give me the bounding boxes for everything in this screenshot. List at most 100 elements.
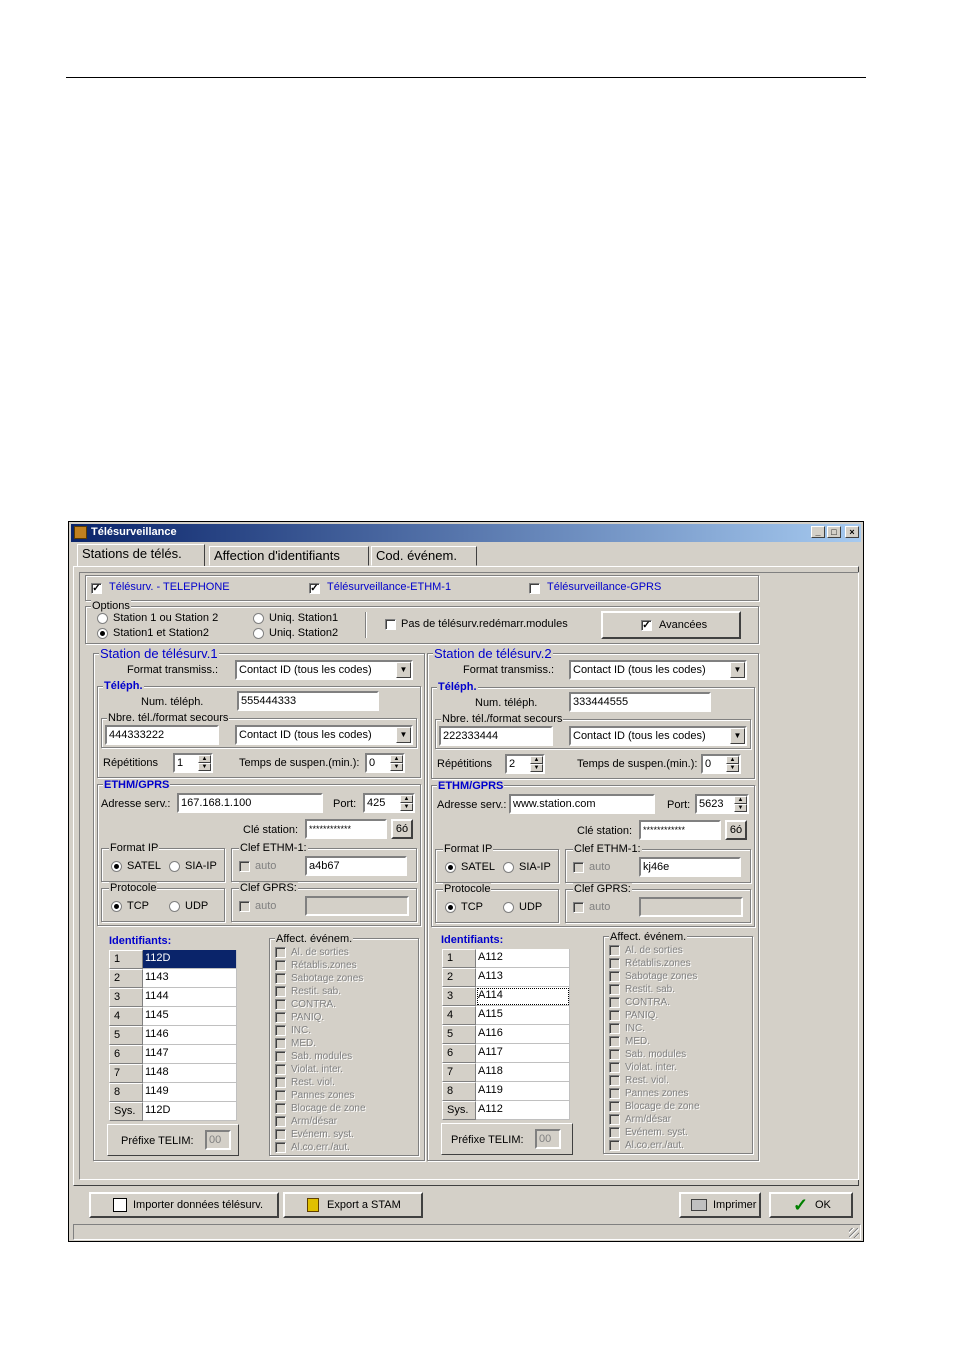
no-restart-checkbox[interactable]: [385, 619, 396, 630]
tab-stations[interactable]: Stations de télés.: [77, 544, 205, 567]
identifier-cell[interactable]: A113: [476, 968, 570, 987]
affect-checkbox[interactable]: [275, 960, 286, 971]
affect-checkbox[interactable]: [609, 971, 620, 982]
identifier-cell[interactable]: A118: [476, 1063, 570, 1082]
telephone-checkbox[interactable]: ✓: [91, 583, 102, 594]
minimize-button[interactable]: _: [811, 526, 825, 538]
station1-phone-input[interactable]: 555444333: [237, 691, 379, 711]
affect-checkbox[interactable]: [609, 997, 620, 1008]
station2-gprs-auto-checkbox[interactable]: [573, 902, 584, 913]
station1-siaip-radio[interactable]: [169, 861, 180, 872]
identifier-cell[interactable]: 112D: [143, 950, 237, 969]
station1-tcp-radio[interactable]: [111, 901, 122, 912]
station1-address-input[interactable]: 167.168.1.100: [177, 793, 323, 813]
identifier-cell[interactable]: 1144: [143, 988, 237, 1007]
affect-checkbox[interactable]: [275, 1064, 286, 1075]
spin-down-icon[interactable]: ▼: [530, 764, 543, 772]
affect-checkbox[interactable]: [275, 1025, 286, 1036]
station2-satel-radio[interactable]: [445, 862, 456, 873]
spin-down-icon[interactable]: ▼: [400, 803, 413, 811]
station1-format-select[interactable]: Contact ID (tous les codes) ▼: [235, 660, 413, 680]
radio-station1-or-2[interactable]: [97, 613, 108, 624]
station1-prefix-input[interactable]: 00: [205, 1130, 231, 1150]
identifier-cell[interactable]: A119: [476, 1082, 570, 1101]
station1-gprs-auto-checkbox[interactable]: [239, 901, 250, 912]
station2-tcp-radio[interactable]: [445, 902, 456, 913]
spin-down-icon[interactable]: ▼: [390, 763, 403, 771]
station2-prefix-input[interactable]: 00: [535, 1129, 561, 1149]
dropdown-arrow-icon[interactable]: ▼: [396, 662, 411, 678]
identifier-cell[interactable]: 1146: [143, 1026, 237, 1045]
station2-ethm-key-input[interactable]: kj46e: [639, 857, 741, 877]
station1-port-spinner[interactable]: 425 ▲ ▼: [363, 793, 415, 813]
spin-up-icon[interactable]: ▲: [198, 755, 211, 763]
advanced-button[interactable]: ✓ Avancées: [601, 611, 741, 639]
spin-down-icon[interactable]: ▼: [726, 764, 739, 772]
station1-backup-phone-input[interactable]: 444333222: [105, 725, 219, 745]
spin-up-icon[interactable]: ▲: [726, 756, 739, 764]
dropdown-arrow-icon[interactable]: ▼: [396, 727, 411, 743]
spin-up-icon[interactable]: ▲: [390, 755, 403, 763]
station2-backup-format-select[interactable]: Contact ID (tous les codes) ▼: [569, 726, 747, 746]
affect-checkbox[interactable]: [609, 1023, 620, 1034]
tab-cod-evenem[interactable]: Cod. événem.: [371, 546, 477, 566]
identifier-cell[interactable]: 1149: [143, 1083, 237, 1102]
spin-up-icon[interactable]: ▲: [530, 756, 543, 764]
export-stam-button[interactable]: Export a STAM: [283, 1192, 423, 1218]
station2-repetitions-spinner[interactable]: 2 ▲ ▼: [505, 754, 545, 774]
spin-up-icon[interactable]: ▲: [400, 795, 413, 803]
identifier-cell[interactable]: A112: [476, 949, 570, 968]
affect-checkbox[interactable]: [275, 1129, 286, 1140]
station1-key-input[interactable]: ************: [305, 819, 387, 839]
affect-checkbox[interactable]: [609, 1101, 620, 1112]
identifier-cell[interactable]: A117: [476, 1044, 570, 1063]
station2-key-input[interactable]: ************: [639, 820, 721, 840]
station1-key-generate-button[interactable]: 6ó: [391, 819, 413, 839]
station2-address-input[interactable]: www.station.com: [509, 794, 655, 814]
spin-down-icon[interactable]: ▼: [734, 804, 747, 812]
spin-down-icon[interactable]: ▼: [198, 763, 211, 771]
station2-udp-radio[interactable]: [503, 902, 514, 913]
affect-checkbox[interactable]: [275, 999, 286, 1010]
identifier-cell[interactable]: A114: [476, 987, 570, 1006]
affect-checkbox[interactable]: [609, 1114, 620, 1125]
affect-checkbox[interactable]: [609, 1036, 620, 1047]
affect-checkbox[interactable]: [275, 986, 286, 997]
affect-checkbox[interactable]: [609, 1049, 620, 1060]
station1-satel-radio[interactable]: [111, 861, 122, 872]
radio-station1-and-2[interactable]: [97, 628, 108, 639]
ok-button[interactable]: ✓ OK: [769, 1192, 853, 1218]
print-button[interactable]: Imprimer: [679, 1192, 761, 1218]
identifier-cell[interactable]: 112D: [143, 1102, 237, 1121]
affect-checkbox[interactable]: [275, 1051, 286, 1062]
identifier-cell[interactable]: 1147: [143, 1045, 237, 1064]
affect-checkbox[interactable]: [275, 1142, 286, 1153]
affect-checkbox[interactable]: [275, 1077, 286, 1088]
affect-checkbox[interactable]: [609, 1010, 620, 1021]
dropdown-arrow-icon[interactable]: ▼: [730, 728, 745, 744]
resize-grip-icon[interactable]: [849, 1228, 859, 1238]
station1-gprs-key-input[interactable]: [305, 896, 409, 916]
station1-ethm-key-input[interactable]: a4b67: [305, 856, 407, 876]
station1-backup-format-select[interactable]: Contact ID (tous les codes) ▼: [235, 725, 413, 745]
affect-checkbox[interactable]: [609, 945, 620, 956]
identifier-cell[interactable]: 1143: [143, 969, 237, 988]
station2-siaip-radio[interactable]: [503, 862, 514, 873]
tab-affection-identifiants[interactable]: Affection d'identifiants: [209, 546, 369, 566]
station2-phone-input[interactable]: 333444555: [569, 692, 711, 712]
gprs-checkbox[interactable]: [529, 583, 540, 594]
import-button[interactable]: Importer données télésurv.: [89, 1192, 279, 1218]
affect-checkbox[interactable]: [275, 1116, 286, 1127]
station2-suspend-spinner[interactable]: 0 ▲ ▼: [701, 754, 741, 774]
station2-port-spinner[interactable]: 5623 ▲ ▼: [695, 794, 749, 814]
affect-checkbox[interactable]: [275, 1038, 286, 1049]
station2-ethm-auto-checkbox[interactable]: [573, 862, 584, 873]
identifier-cell[interactable]: A116: [476, 1025, 570, 1044]
dropdown-arrow-icon[interactable]: ▼: [730, 662, 745, 678]
station2-backup-phone-input[interactable]: 222333444: [439, 726, 553, 746]
identifier-cell[interactable]: 1145: [143, 1007, 237, 1026]
affect-checkbox[interactable]: [609, 1127, 620, 1138]
ethm-checkbox[interactable]: ✓: [309, 583, 320, 594]
affect-checkbox[interactable]: [609, 1062, 620, 1073]
affect-checkbox[interactable]: [609, 958, 620, 969]
